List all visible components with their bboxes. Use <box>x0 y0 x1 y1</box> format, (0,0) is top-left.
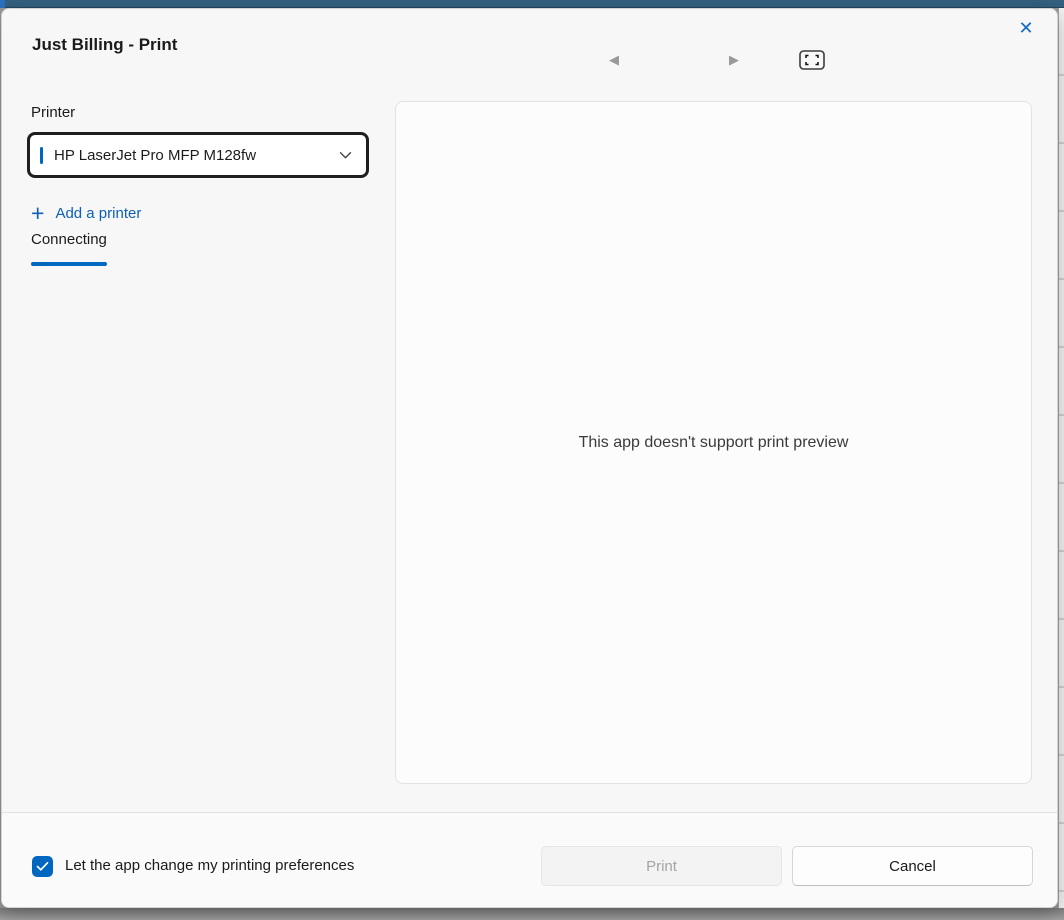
backdrop-app-bottom-edge <box>0 908 1064 920</box>
printer-status: Connecting <box>31 231 107 248</box>
dialog-title: Just Billing - Print <box>32 35 177 55</box>
print-button[interactable]: Print <box>541 846 782 886</box>
print-preview-area: This app doesn't support print preview <box>395 101 1032 784</box>
backdrop-accent-corner <box>0 0 5 8</box>
add-printer-label: Add a printer <box>55 205 141 222</box>
chevron-down-icon <box>339 151 352 160</box>
dialog-footer: Let the app change my printing preferenc… <box>2 812 1057 907</box>
previous-page-button[interactable]: ◀ <box>600 46 628 74</box>
printing-preferences-checkbox[interactable] <box>32 856 53 877</box>
cancel-button[interactable]: Cancel <box>792 846 1033 886</box>
next-page-icon: ▶ <box>729 52 739 67</box>
close-button[interactable]: ✕ <box>1011 13 1041 43</box>
fit-to-page-button[interactable] <box>798 46 826 74</box>
backdrop-app-titlebar <box>0 0 1064 8</box>
progress-bar <box>31 262 107 266</box>
checkmark-icon <box>36 861 49 872</box>
printer-select[interactable]: HP LaserJet Pro MFP M128fw <box>27 132 369 178</box>
selected-printer-value: HP LaserJet Pro MFP M128fw <box>54 147 339 164</box>
plus-icon: + <box>31 202 44 224</box>
print-dialog: Just Billing - Print ✕ ◀ ▶ Printer HP La… <box>1 8 1058 908</box>
close-icon: ✕ <box>1018 18 1033 38</box>
printer-label: Printer <box>31 104 75 121</box>
previous-page-icon: ◀ <box>609 52 619 67</box>
next-page-button[interactable]: ▶ <box>720 46 748 74</box>
add-printer-link[interactable]: + Add a printer <box>31 200 141 226</box>
backdrop-app-right-edge <box>1058 8 1064 908</box>
selection-indicator <box>40 147 43 164</box>
preview-message: This app doesn't support print preview <box>579 434 849 452</box>
fit-to-page-icon <box>799 50 825 70</box>
progress-track <box>31 262 373 266</box>
printing-preferences-label[interactable]: Let the app change my printing preferenc… <box>65 857 354 874</box>
